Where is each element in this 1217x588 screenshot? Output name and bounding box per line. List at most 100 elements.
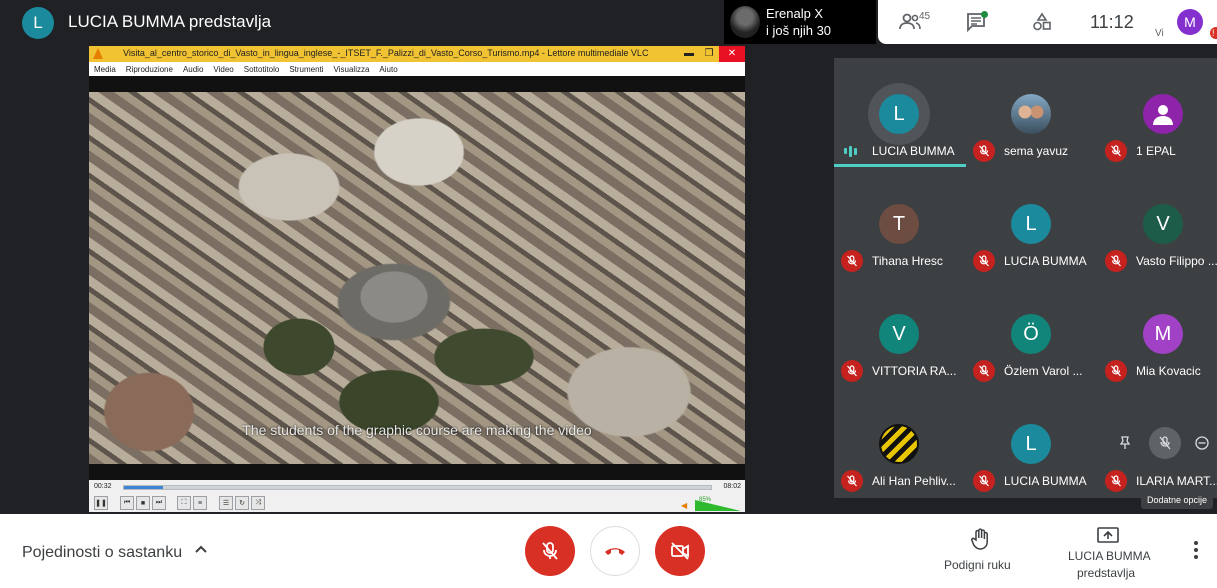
activities-icon[interactable]	[1030, 10, 1054, 34]
vlc-window-buttons: ▬ ❐ ✕	[679, 46, 745, 62]
meeting-clock: 11:12	[1090, 12, 1134, 32]
stop-icon[interactable]: ■	[136, 496, 150, 510]
pin-icon[interactable]	[1113, 431, 1137, 455]
seek-bar[interactable]	[123, 485, 712, 490]
vlc-menu-item[interactable]: Media	[94, 65, 116, 74]
restore-icon[interactable]: ❐	[699, 46, 719, 62]
microphone-off-icon	[1105, 470, 1127, 492]
next-icon[interactable]: ⏭	[152, 496, 166, 510]
mute-participant-icon[interactable]	[1149, 427, 1181, 459]
vlc-cone-icon	[93, 48, 103, 59]
participant-avatar	[879, 424, 919, 464]
minimize-icon[interactable]: ▬	[679, 46, 699, 62]
loop-icon[interactable]: ↻	[235, 496, 249, 510]
participant-name: ILARIA MART...	[1136, 474, 1217, 488]
presenter-title: LUCIA BUMMA predstavlja	[68, 12, 272, 31]
participant-name: VITTORIA RA...	[872, 364, 957, 378]
previous-icon[interactable]: ⏮	[120, 496, 134, 510]
tile-hover-controls	[1106, 427, 1216, 459]
raise-hand-label[interactable]: Podigni ruku	[944, 558, 1011, 572]
chat-notification-dot	[981, 11, 988, 18]
people-count: 45	[919, 11, 931, 22]
presenting-label-line1[interactable]: LUCIA BUMMA	[1068, 549, 1151, 563]
aerial-city-video-frame	[89, 92, 745, 464]
microphone-off-icon	[542, 542, 558, 560]
participant-avatar: Ö	[1011, 314, 1051, 354]
playlist-icon[interactable]: ☰	[219, 496, 233, 510]
volume-percent: 85%	[699, 497, 712, 503]
time-total: 08:02	[723, 483, 741, 490]
microphone-off-icon	[973, 470, 995, 492]
extended-settings-icon[interactable]: ≡	[193, 496, 207, 510]
participant-tile[interactable]: L LUCIA BUMMA	[966, 168, 1094, 278]
participant-tile[interactable]: V Vasto Filippo ...	[1098, 168, 1217, 278]
participant-tile[interactable]: L LUCIA BUMMA	[834, 58, 966, 168]
self-label: Vi	[1155, 28, 1164, 39]
participant-grid: L LUCIA BUMMA sema yavuz 1 EPAL T Tihana Hres…	[834, 58, 1217, 498]
volume-icon[interactable]: ◀	[681, 501, 687, 510]
self-avatar[interactable]: M	[1177, 9, 1203, 35]
remove-participant-icon[interactable]	[1190, 431, 1214, 455]
vlc-menu-item[interactable]: Visualizza	[334, 65, 370, 74]
participant-tile[interactable]: Ö Özlem Varol ...	[966, 278, 1094, 388]
microphone-off-button[interactable]	[525, 526, 575, 576]
participant-tile[interactable]: Ali Han Pehliv...	[834, 388, 962, 498]
participant-name: Vasto Filippo ...	[1136, 254, 1217, 268]
vlc-menubar: Media Riproduzione Audio Video Sottotitolo St…	[89, 62, 745, 76]
camera-off-icon	[671, 542, 689, 560]
raise-hand-icon[interactable]	[970, 528, 990, 556]
chevron-up-icon[interactable]	[194, 542, 208, 559]
participant-name: Tihana Hresc	[872, 254, 943, 268]
vlc-menu-item[interactable]: Sottotitolo	[244, 65, 280, 74]
seek-bar-fill	[124, 486, 163, 489]
meeting-details-button[interactable]: Pojedinosti o sastanku	[22, 544, 182, 562]
participant-name: Özlem Varol ...	[1004, 364, 1083, 378]
close-icon[interactable]: ✕	[719, 46, 745, 62]
participant-name: LUCIA BUMMA	[1004, 474, 1087, 488]
participant-avatar: L	[1011, 424, 1051, 464]
alert-badge: !	[1210, 27, 1217, 39]
fullscreen-icon[interactable]: ⛶	[177, 496, 191, 510]
participant-tile[interactable]: M Mia Kovacic	[1098, 278, 1217, 388]
microphone-off-icon	[1105, 250, 1127, 272]
participant-avatar: V	[879, 314, 919, 354]
participant-avatar	[1011, 94, 1051, 134]
participant-name: LUCIA BUMMA	[1004, 254, 1087, 268]
participant-tile[interactable]: L LUCIA BUMMA	[966, 388, 1094, 498]
vlc-menu-item[interactable]: Video	[213, 65, 233, 74]
participant-avatar: V	[1143, 204, 1183, 244]
leave-call-button[interactable]	[590, 526, 640, 576]
participant-name: LUCIA BUMMA	[872, 144, 955, 158]
other-participants-chip[interactable]: Erenalp X i još njih 30	[724, 0, 876, 44]
presenting-label-line2[interactable]: predstavlja	[1077, 566, 1135, 580]
vlc-menu-item[interactable]: Audio	[183, 65, 203, 74]
microphone-off-icon	[973, 360, 995, 382]
microphone-off-icon	[973, 250, 995, 272]
meet-window: L LUCIA BUMMA predstavlja Erenalp X i jo…	[0, 0, 1217, 588]
active-speaker-underline	[834, 164, 966, 167]
vlc-menu-item[interactable]: Aiuto	[379, 65, 397, 74]
participant-tile[interactable]: 1 EPAL	[1098, 58, 1217, 168]
more-options-tooltip: Dodatne opcije	[1141, 490, 1213, 509]
microphone-off-icon	[841, 250, 863, 272]
participant-name: Mia Kovacic	[1136, 364, 1201, 378]
participant-tile[interactable]: sema yavuz	[966, 58, 1094, 168]
video-area[interactable]: The students of the graphic course are m…	[89, 76, 745, 480]
participant-name: Erenalp X	[766, 6, 824, 21]
participant-thumbnail	[730, 6, 760, 38]
participant-more-count: i još njih 30	[766, 23, 832, 38]
play-pause-icon[interactable]: ❚❚	[94, 496, 108, 510]
participant-avatar: L	[1011, 204, 1051, 244]
participant-name: Ali Han Pehliv...	[872, 474, 956, 488]
hang-up-icon	[605, 548, 625, 555]
vlc-menu-item[interactable]: Strumenti	[289, 65, 323, 74]
participant-tile[interactable]: T Tihana Hresc	[834, 168, 962, 278]
vlc-window-title: Visita_al_centro_storico_di_Vasto_in_lin…	[123, 48, 649, 58]
vlc-menu-item[interactable]: Riproduzione	[126, 65, 173, 74]
shuffle-icon[interactable]: ⤨	[251, 496, 265, 510]
top-right-toolbar: 45 11:12 Vi M !	[878, 0, 1217, 44]
participant-tile[interactable]: V VITTORIA RA...	[834, 278, 962, 388]
camera-off-button[interactable]	[655, 526, 705, 576]
more-options-icon[interactable]	[1193, 540, 1199, 565]
participant-avatar: L	[879, 94, 919, 134]
